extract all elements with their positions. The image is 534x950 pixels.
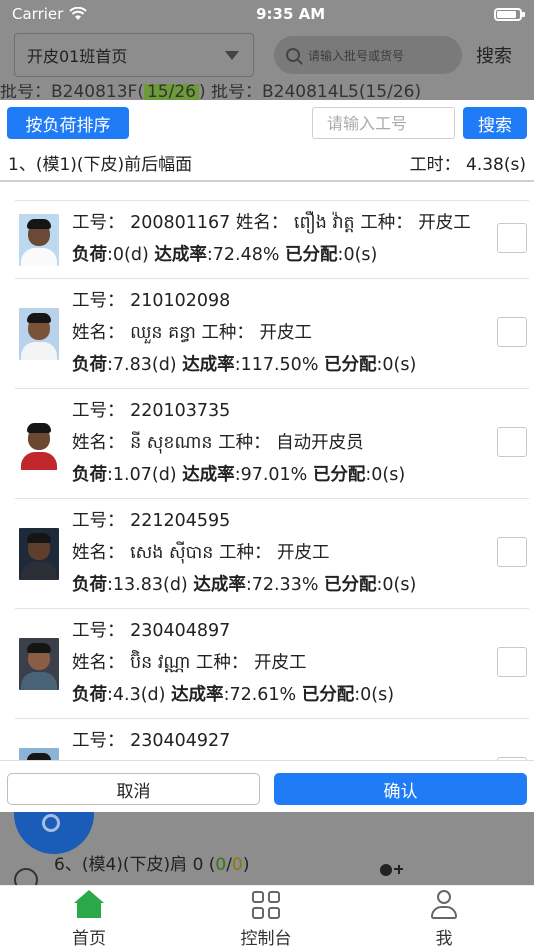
worker-stats-line: 负荷:1.07(d) 达成率:97.01% 已分配:0(s) <box>72 465 406 485</box>
worker-avatar <box>19 418 59 470</box>
worker-id-line: 工号： 200801167 姓名： ពឿង វ៉ាត្ត 工种： 开皮工 <box>72 213 471 233</box>
batch-strip-a: 批号：B240813F( <box>0 84 144 100</box>
worker-row[interactable]: 工号： 230404927 <box>15 718 529 760</box>
worker-checkbox[interactable] <box>497 427 527 457</box>
worker-checkbox[interactable] <box>497 537 527 567</box>
search-icon <box>286 48 300 62</box>
employee-id-input[interactable] <box>312 107 455 139</box>
worker-stats-line: 负荷:13.83(d) 达成率:72.33% 已分配:0(s) <box>72 575 417 595</box>
carrier-label: Carrier <box>12 5 64 23</box>
batch-strip-c: ) 批号：B240814L5(15/26) <box>198 84 422 100</box>
background-process-item: 6、(模4)(下皮)肩 0 (0/0) <box>54 855 250 875</box>
worker-id-line: 工号： 230404897 <box>72 621 231 641</box>
worker-checkbox[interactable] <box>497 223 527 253</box>
worker-name-line: 姓名： នី សុខណាន 工种： 自动开皮员 <box>72 433 364 453</box>
user-icon <box>429 890 459 920</box>
tab-home-label: 首页 <box>72 929 106 949</box>
worker-checkbox[interactable] <box>497 317 527 347</box>
worker-stats-line: 负荷:4.3(d) 达成率:72.61% 已分配:0(s) <box>72 685 395 705</box>
worker-avatar <box>19 308 59 360</box>
status-bar: Carrier 9:35 AM <box>0 0 534 28</box>
worker-list[interactable]: 工号： 200801167 姓名： ពឿង វ៉ាត្ត 工种： 开皮工 负荷:… <box>15 200 529 760</box>
batch-search-placeholder: 请输入批号或货号 <box>308 48 405 63</box>
background-lower: 6、(模4)(下皮)肩 0 (0/0) <box>0 812 534 885</box>
tab-me-label: 我 <box>435 929 453 949</box>
battery-icon <box>493 7 525 21</box>
status-time: 9:35 AM <box>256 5 326 23</box>
worker-row[interactable]: 工号： 210102098 姓名： ឈួន គន្ធា 工种： 开皮工 负荷:7… <box>15 278 529 388</box>
work-time: 工时： 4.38(s) <box>409 155 526 175</box>
tab-me[interactable]: 我 <box>384 890 504 949</box>
tab-console[interactable]: 控制台 <box>206 890 326 949</box>
worker-id-line: 工号： 220103735 <box>72 401 231 421</box>
background-header: 开皮01班首页 请输入批号或货号 搜索 <box>0 28 534 84</box>
worker-stats-line: 负荷:0(d) 达成率:72.48% 已分配:0(s) <box>72 245 378 265</box>
worker-row[interactable]: 工号： 220103735 姓名： នី សុខណាន 工种： 自动开皮员 负荷… <box>15 388 529 498</box>
search-icon <box>42 814 60 832</box>
worker-row[interactable]: 工号： 221204595 姓名： សេង ស៊ីបាន 工种： 开皮工 负荷:… <box>15 498 529 608</box>
worker-name-line: 姓名： ប៊ិន វណ្ណា 工种： 开皮工 <box>72 653 307 673</box>
search-button[interactable]: 搜索 <box>463 107 527 139</box>
batch-strip: 批号：B240813F(15/26) 批号：B240814L5(15/26) <box>0 84 534 100</box>
worker-checkbox[interactable] <box>497 647 527 677</box>
process-title: 1、(模1)(下皮)前后幅面 <box>8 155 193 175</box>
info-icon <box>14 868 38 885</box>
search-fab[interactable] <box>14 812 94 854</box>
batch-search-button[interactable]: 搜索 <box>476 42 512 68</box>
worker-name-line: 姓名： សេង ស៊ីបាន 工种： 开皮工 <box>72 543 330 563</box>
chevron-down-icon <box>225 51 239 60</box>
cancel-button[interactable]: 取消 <box>7 773 260 805</box>
tab-console-label: 控制台 <box>240 929 292 949</box>
worker-id-line: 工号： 221204595 <box>72 511 231 531</box>
tab-home[interactable]: 首页 <box>29 890 149 949</box>
worker-avatar <box>19 528 59 580</box>
batch-search-input[interactable]: 请输入批号或货号 <box>274 36 462 74</box>
sort-by-load-button[interactable]: 按负荷排序 <box>7 107 129 139</box>
dialog-footer: 取消 确认 <box>0 760 534 812</box>
tab-bar: 首页 控制台 我 <box>0 885 534 950</box>
add-user-icon[interactable] <box>378 864 404 885</box>
worker-id-line: 工号： 210102098 <box>72 291 231 311</box>
grid-icon <box>251 890 281 920</box>
class-select[interactable]: 开皮01班首页 <box>14 33 254 77</box>
worker-row[interactable]: 工号： 200801167 姓名： ពឿង វ៉ាត្ត 工种： 开皮工 负荷:… <box>15 200 529 278</box>
worker-id-line: 工号： 230404927 <box>72 731 231 751</box>
worker-avatar <box>19 638 59 690</box>
batch-strip-b: 15/26 <box>143 84 199 100</box>
worker-row[interactable]: 工号： 230404897 姓名： ប៊ិន វណ្ណា 工种： 开皮工 负荷:… <box>15 608 529 718</box>
worker-avatar <box>19 748 59 760</box>
divider <box>0 180 534 182</box>
home-icon <box>74 890 104 920</box>
worker-stats-line: 负荷:7.83(d) 达成率:117.50% 已分配:0(s) <box>72 355 417 375</box>
worker-avatar <box>19 214 59 266</box>
assign-worker-dialog: 按负荷排序 搜索 1、(模1)(下皮)前后幅面 工时： 4.38(s) 工号： … <box>0 100 534 812</box>
worker-name-line: 姓名： ឈួន គន្ធា 工种： 开皮工 <box>72 323 312 343</box>
confirm-button[interactable]: 确认 <box>274 773 527 805</box>
wifi-icon <box>69 7 88 20</box>
class-select-label: 开皮01班首页 <box>27 47 128 66</box>
